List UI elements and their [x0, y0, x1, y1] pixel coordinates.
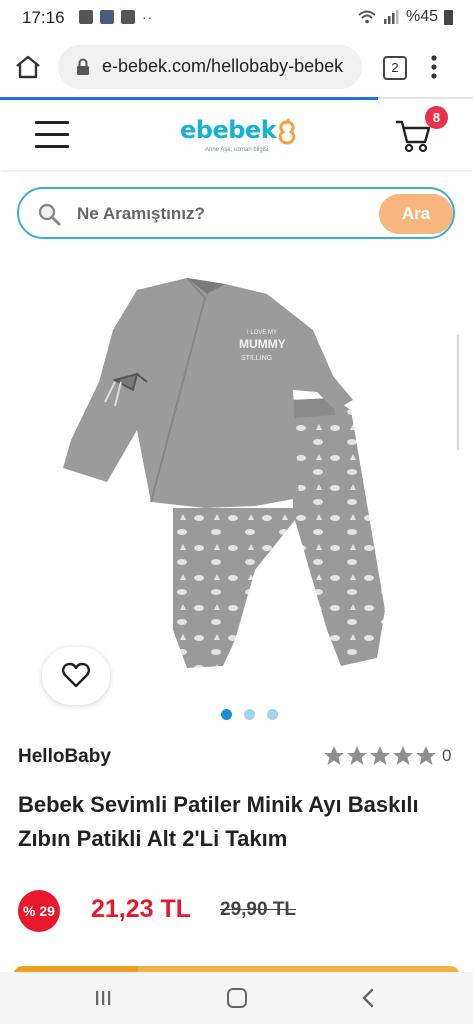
status-right: %45 — [358, 8, 453, 26]
site-header: ebebek Anne Aşk, uzman bilgisi 8 — [0, 100, 473, 170]
star-icon — [370, 746, 390, 765]
star-icon — [324, 746, 344, 765]
search-button[interactable]: Ara — [379, 194, 453, 234]
hamburger-menu-button[interactable] — [35, 121, 69, 149]
star-icon — [416, 746, 436, 765]
product-title: Bebek Sevimli Patiler Minik Ayı Baskılı … — [18, 792, 419, 851]
star-icon — [393, 746, 413, 765]
status-bar: 17:16 ·· %45 — [0, 0, 473, 36]
logo-text: ebebek — [180, 116, 277, 144]
home-icon[interactable] — [14, 54, 42, 80]
site-logo[interactable]: ebebek Anne Aşk, uzman bilgisi — [180, 116, 300, 158]
product-image[interactable]: I LOVE MY MUMMY STILLING — [55, 270, 425, 685]
svg-text:I LOVE MY: I LOVE MY — [247, 330, 277, 336]
gallery-pagination — [221, 709, 278, 720]
scroll-indicator — [457, 335, 459, 450]
more-menu-icon[interactable] — [431, 54, 437, 80]
svg-text:MUMMY: MUMMY — [239, 337, 286, 351]
facebook-notification-icon — [100, 10, 114, 24]
address-bar[interactable]: e-bebek.com/hellobaby-bebek — [58, 45, 362, 89]
url-text[interactable]: e-bebek.com/hellobaby-bebek — [102, 56, 358, 77]
old-price: 29,90 TL — [220, 899, 297, 920]
status-time: 17:16 — [22, 8, 65, 27]
wifi-icon — [358, 10, 376, 24]
search-bar: Ara — [17, 187, 455, 239]
calendar-notification-icon — [121, 10, 135, 24]
discount-badge: % 29 — [18, 890, 60, 932]
rating-count: 0 — [442, 745, 452, 765]
notification-icons: ·· — [79, 9, 153, 25]
more-notifications-icon: ·· — [142, 9, 154, 25]
tab-switcher-button[interactable]: 2 — [383, 56, 407, 80]
star-icon — [347, 746, 367, 765]
gallery-notification-icon — [79, 10, 93, 24]
signal-icon — [383, 10, 399, 24]
search-input[interactable] — [75, 197, 329, 231]
system-nav-bar — [0, 972, 473, 1024]
gallery-dot-1[interactable] — [221, 709, 232, 720]
page-load-progress-track — [378, 97, 473, 99]
logo-mark-icon — [278, 118, 296, 145]
product-brand[interactable]: HelloBaby — [18, 746, 111, 768]
cart-count-badge[interactable]: 8 — [425, 106, 448, 129]
battery-text: %45 — [405, 8, 438, 25]
svg-text:STILLING: STILLING — [241, 355, 272, 362]
product-rating[interactable]: 0 — [323, 745, 451, 766]
back-icon[interactable] — [360, 988, 376, 1008]
favorite-button[interactable] — [42, 647, 110, 705]
search-icon — [38, 203, 61, 226]
browser-toolbar: e-bebek.com/hellobaby-bebek 2 — [0, 36, 473, 98]
gallery-dot-2[interactable] — [244, 709, 255, 720]
battery-icon — [444, 9, 453, 25]
logo-tagline: Anne Aşk, uzman bilgisi — [205, 147, 269, 153]
home-button[interactable] — [227, 988, 247, 1008]
recent-apps-icon[interactable] — [94, 989, 112, 1007]
lock-icon[interactable] — [76, 58, 90, 76]
heart-icon[interactable] — [62, 662, 90, 688]
product-price: 21,23 TL — [91, 895, 192, 923]
gallery-dot-3[interactable] — [267, 709, 278, 720]
